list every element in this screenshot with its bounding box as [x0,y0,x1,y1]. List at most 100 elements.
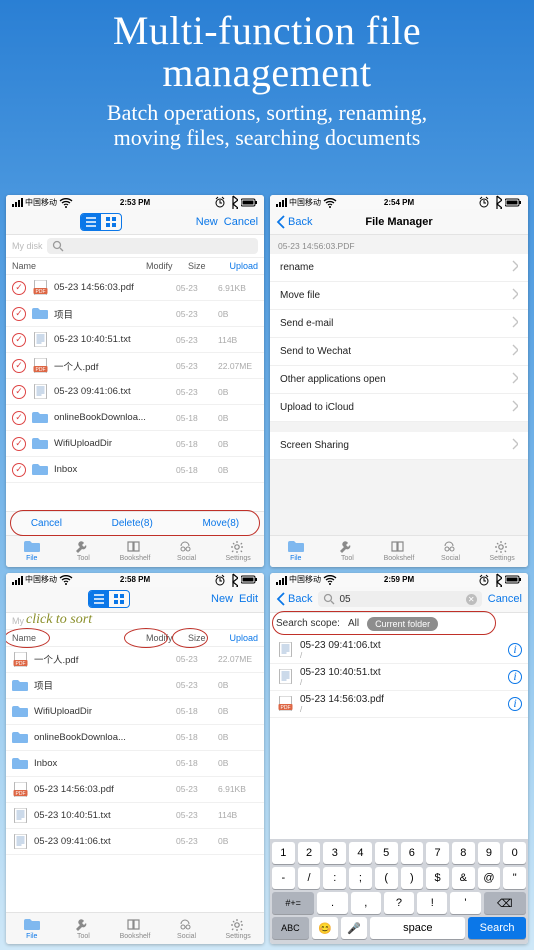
select-checkbox[interactable]: ✓ [12,307,26,321]
key-search[interactable]: Search [468,917,526,939]
col-modify[interactable]: Modify [146,261,188,271]
key-shift[interactable]: #+= [272,892,314,914]
info-icon[interactable]: i [508,670,522,684]
key[interactable]: ? [384,892,414,914]
select-checkbox[interactable]: ✓ [12,463,26,477]
file-row[interactable]: ✓ 项目 05-23 0B [6,301,264,327]
file-row[interactable]: ✓ 05-23 10:40:51.txt 05-23 114B [6,327,264,353]
key[interactable]: 5 [375,842,398,864]
key-space[interactable]: space [370,917,465,939]
key[interactable]: 6 [401,842,424,864]
key[interactable]: 8 [452,842,475,864]
info-icon[interactable]: i [508,697,522,711]
search-input[interactable]: 05✕ [318,591,481,607]
tab-tool[interactable]: Tool [322,536,374,567]
tab-settings[interactable]: Settings [212,536,264,567]
tab-tool[interactable]: Tool [58,913,110,944]
col-size[interactable]: Size [188,261,222,271]
key[interactable]: 7 [426,842,449,864]
col-size[interactable]: Size [188,633,222,643]
file-row[interactable]: 05-23 10:40:51.txt 05-23 114B [6,803,264,829]
tab-bookshelf[interactable]: Bookshelf [109,913,161,944]
action-row[interactable]: Send to Wechat [270,338,528,366]
file-row[interactable]: 05-23 14:56:03.pdf 05-23 6.91KB [6,777,264,803]
file-row[interactable]: 05-23 09:41:06.txt 05-23 0B [6,829,264,855]
batch-cancel[interactable]: Cancel [31,518,62,529]
file-row[interactable]: ✓ onlineBookDownloa... 05-18 0B [6,405,264,431]
key-backspace[interactable]: ⌫ [484,892,526,914]
select-checkbox[interactable]: ✓ [12,359,26,373]
back-button[interactable]: Back [276,592,312,606]
file-row[interactable]: 一个人.pdf 05-23 22.07ME [6,647,264,673]
key-mic[interactable]: 🎤 [341,917,367,939]
key[interactable]: , [351,892,381,914]
key-abc[interactable]: ABC [272,917,309,939]
edit-button[interactable]: Edit [239,593,258,605]
key[interactable]: ! [417,892,447,914]
tab-settings[interactable]: Settings [212,913,264,944]
key[interactable]: " [503,867,526,889]
tab-bookshelf[interactable]: Bookshelf [373,536,425,567]
key[interactable]: 2 [298,842,321,864]
tab-tool[interactable]: Tool [58,536,110,567]
clear-icon[interactable]: ✕ [466,594,477,605]
key[interactable]: 4 [349,842,372,864]
key[interactable]: 1 [272,842,295,864]
key[interactable]: @ [478,867,501,889]
new-button[interactable]: New [211,593,233,605]
col-name[interactable]: Name [12,633,146,643]
action-row[interactable]: Other applications open [270,366,528,394]
action-row[interactable]: Upload to iCloud [270,394,528,422]
view-toggle[interactable] [88,590,130,608]
scope-all[interactable]: All [348,618,359,629]
file-row[interactable]: ✓ WifiUploadDir 05-18 0B [6,431,264,457]
col-upload[interactable]: Upload [222,633,258,643]
file-row[interactable]: ✓ 一个人.pdf 05-23 22.07ME [6,353,264,379]
key[interactable]: - [272,867,295,889]
batch-move[interactable]: Move(8) [202,518,239,529]
col-modify[interactable]: Modify [146,633,188,643]
tab-file[interactable]: File [6,536,58,567]
new-button[interactable]: New [196,216,218,228]
batch-delete[interactable]: Delete(8) [112,518,153,529]
select-checkbox[interactable]: ✓ [12,411,26,425]
file-row[interactable]: ✓ 05-23 14:56:03.pdf 05-23 6.91KB [6,275,264,301]
tab-file[interactable]: File [270,536,322,567]
search-result[interactable]: 05-23 14:56:03.pdf/ i [270,691,528,718]
col-name[interactable]: Name [12,261,146,271]
key[interactable]: $ [426,867,449,889]
tab-settings[interactable]: Settings [476,536,528,567]
col-upload[interactable]: Upload [222,261,258,271]
search-result[interactable]: 05-23 09:41:06.txt/ i [270,637,528,664]
tab-social[interactable]: Social [161,913,213,944]
key[interactable]: 0 [503,842,526,864]
view-toggle[interactable] [80,213,122,231]
cancel-button[interactable]: Cancel [224,216,258,228]
action-row[interactable]: rename [270,254,528,282]
tab-bookshelf[interactable]: Bookshelf [109,536,161,567]
key[interactable]: ) [401,867,424,889]
select-checkbox[interactable]: ✓ [12,385,26,399]
key[interactable]: & [452,867,475,889]
select-checkbox[interactable]: ✓ [12,333,26,347]
file-row[interactable]: WifiUploadDir 05-18 0B [6,699,264,725]
action-screen-sharing[interactable]: Screen Sharing [270,432,528,460]
select-checkbox[interactable]: ✓ [12,281,26,295]
key[interactable]: . [317,892,347,914]
key[interactable]: / [298,867,321,889]
action-row[interactable]: Send e-mail [270,310,528,338]
select-checkbox[interactable]: ✓ [12,437,26,451]
file-row[interactable]: onlineBookDownloa... 05-18 0B [6,725,264,751]
scope-current[interactable]: Current folder [367,617,438,631]
tab-social[interactable]: Social [425,536,477,567]
key[interactable]: 3 [323,842,346,864]
file-row[interactable]: ✓ Inbox 05-18 0B [6,457,264,483]
action-row[interactable]: Move file [270,282,528,310]
file-row[interactable]: ✓ 05-23 09:41:06.txt 05-23 0B [6,379,264,405]
search-input[interactable] [47,238,258,254]
file-row[interactable]: 项目 05-23 0B [6,673,264,699]
info-icon[interactable]: i [508,643,522,657]
key[interactable]: 9 [478,842,501,864]
cancel-button[interactable]: Cancel [488,593,522,605]
key[interactable]: : [323,867,346,889]
